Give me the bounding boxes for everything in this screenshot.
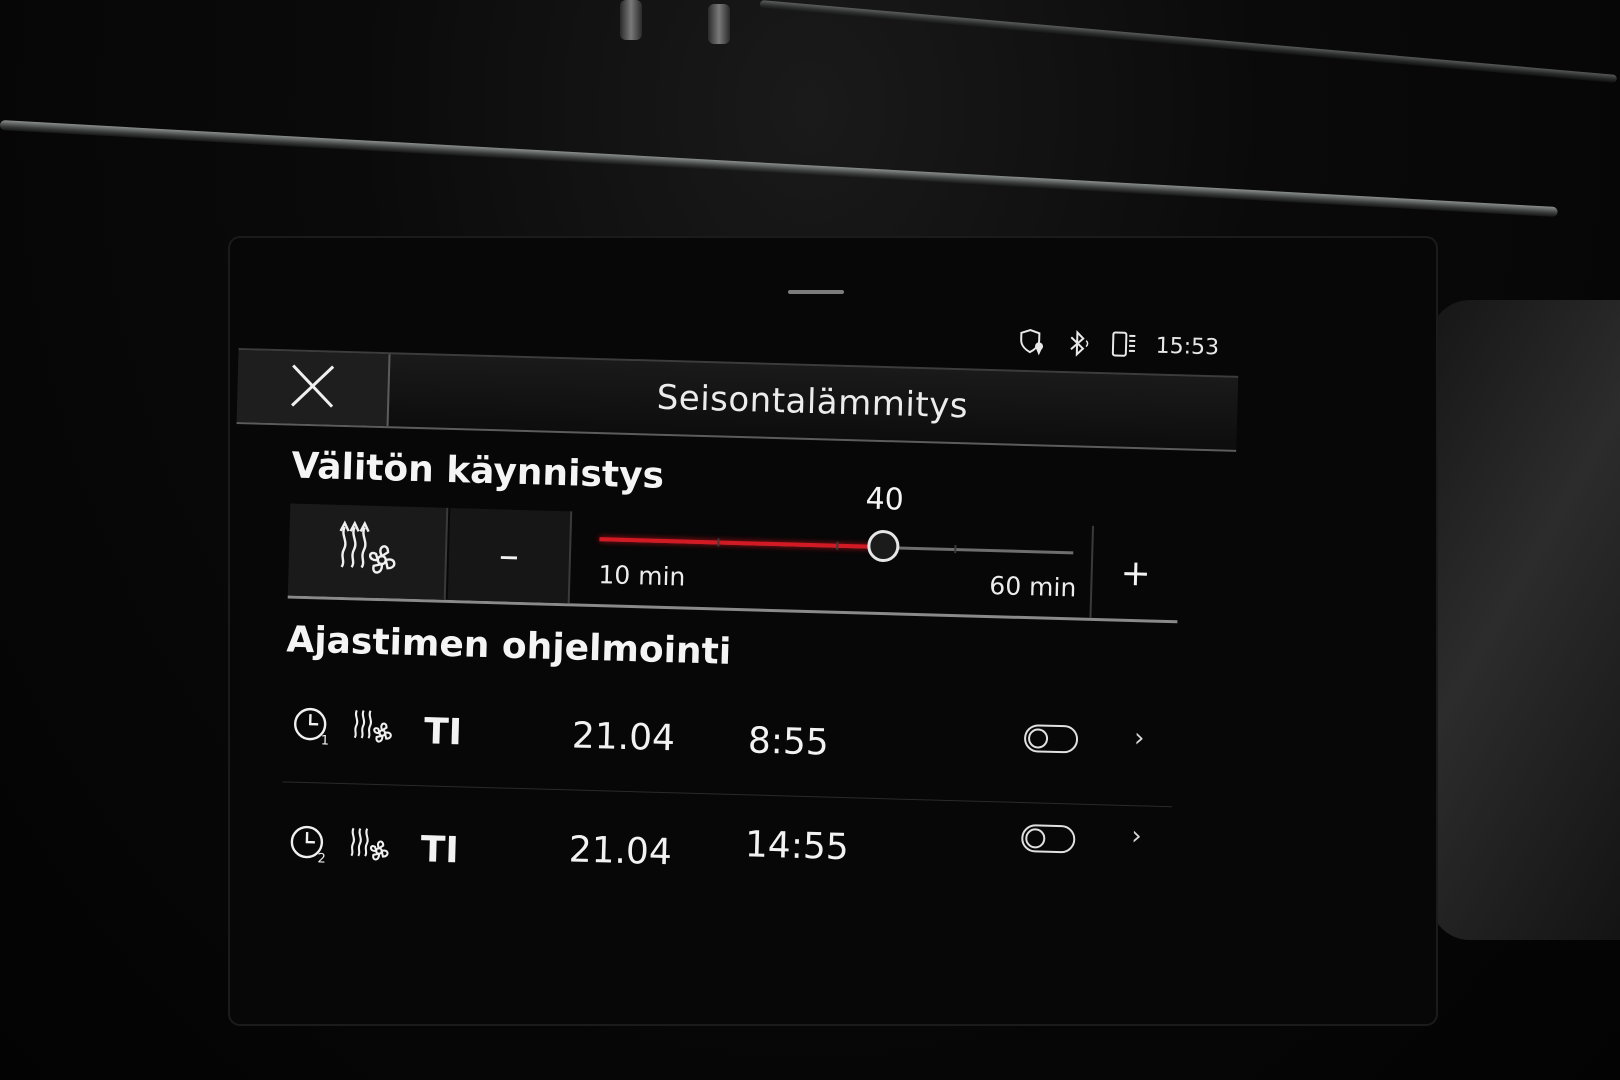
duration-slider[interactable]: 40 10 min 60 min xyxy=(572,482,1090,617)
slider-value: 40 xyxy=(865,481,905,518)
timer-time: 14:55 xyxy=(744,824,850,869)
timer-day: TI xyxy=(420,829,460,872)
slider-min-label: 10 min xyxy=(598,560,686,592)
svg-text:1: 1 xyxy=(321,733,330,746)
air-vent-slat xyxy=(708,4,730,44)
slider-tick xyxy=(717,538,720,547)
slider-track[interactable]: 40 xyxy=(599,482,1074,563)
timer-date: 21.04 xyxy=(571,715,676,760)
decrease-duration-button[interactable]: – xyxy=(447,507,573,604)
slider-tick xyxy=(954,545,957,554)
dashboard-trim-strip xyxy=(0,120,1558,218)
status-bar: 15:53 xyxy=(1017,322,1219,368)
chevron-right-icon[interactable]: › xyxy=(1131,821,1142,851)
timer-programming-heading: Ajastimen ohjelmointi xyxy=(285,619,732,673)
timer-1-toggle[interactable] xyxy=(1023,724,1079,754)
slider-thumb[interactable] xyxy=(866,529,900,563)
timer-time: 8:55 xyxy=(747,720,830,764)
chevron-right-icon[interactable]: › xyxy=(1134,723,1145,753)
instant-start-row: – 40 10 min 60 min + xyxy=(287,482,1180,624)
page-title: Seisontalämmitys xyxy=(656,377,969,427)
slider-max-label: 60 min xyxy=(989,571,1077,603)
close-icon xyxy=(286,359,340,416)
close-button[interactable] xyxy=(236,349,391,427)
clock-time: 15:53 xyxy=(1155,333,1220,360)
air-vent-slat xyxy=(620,0,642,40)
timer-1-icon: 1 xyxy=(291,704,334,756)
phone-signal-icon xyxy=(1109,329,1138,360)
slider-tick xyxy=(836,541,839,550)
timer-row-1[interactable]: 1 TI 21.04 8:55 › xyxy=(282,681,1176,808)
slider-fill xyxy=(599,537,884,550)
pull-down-handle[interactable] xyxy=(788,290,844,294)
timer-date: 21.04 xyxy=(568,829,673,874)
instant-start-heading: Välitön käynnistys xyxy=(290,445,665,497)
security-location-icon xyxy=(1017,327,1048,358)
timer-row-2[interactable]: 2 TI 21.04 14:55 › xyxy=(280,791,1172,916)
heating-mode-button[interactable] xyxy=(287,503,449,600)
heat-fan-icon xyxy=(331,517,403,587)
heat-fan-icon xyxy=(347,703,396,757)
timer-2-icon: 2 xyxy=(288,822,331,874)
svg-text:2: 2 xyxy=(317,851,326,864)
bluetooth-icon xyxy=(1065,329,1092,358)
timer-day: TI xyxy=(423,711,463,754)
minus-label: – xyxy=(498,532,520,579)
car-dashboard: 15:53 Seisontalämmitys Välitön käynnisty… xyxy=(0,0,1620,1080)
plus-label: + xyxy=(1120,552,1152,595)
heat-fan-icon xyxy=(344,821,393,875)
increase-duration-button[interactable]: + xyxy=(1089,525,1180,621)
side-glass-panel xyxy=(1430,300,1620,940)
dashboard-trim-strip xyxy=(759,0,1618,83)
timer-2-toggle[interactable] xyxy=(1020,824,1076,854)
climate-screen: 15:53 Seisontalämmitys Välitön käynnisty… xyxy=(222,300,1249,968)
